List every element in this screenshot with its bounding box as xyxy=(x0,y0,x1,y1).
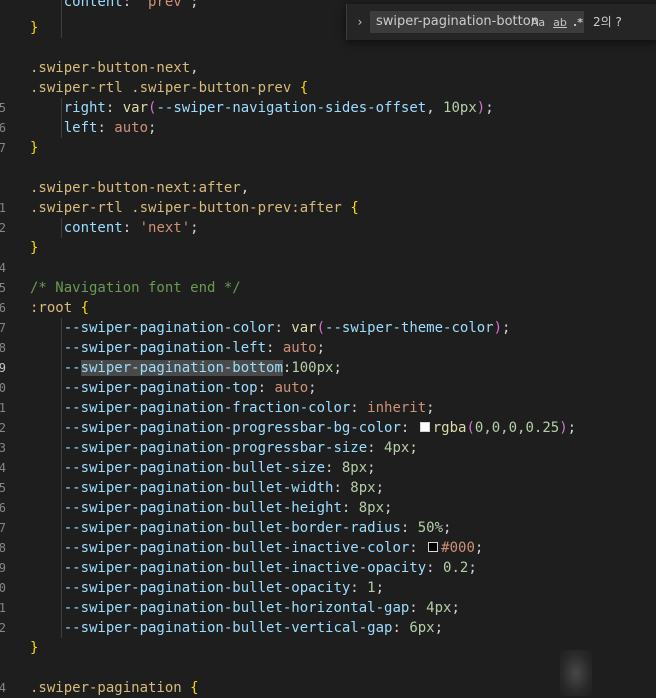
code-line: } xyxy=(30,140,39,156)
line-number: 6 xyxy=(0,301,6,315)
code-line: --swiper-pagination-bullet-width: 8px; xyxy=(63,480,385,496)
line-number: 2 xyxy=(0,621,6,635)
line-number: 6 xyxy=(0,121,6,135)
line-number: 5 xyxy=(0,101,6,115)
line-number: 4 xyxy=(0,681,6,695)
color-swatch-icon[interactable] xyxy=(419,422,430,432)
code-line: .swiper-rtl .swiper-button-prev:after { xyxy=(30,200,359,216)
code-line: --swiper-pagination-bullet-inactive-colo… xyxy=(63,540,484,556)
line-number: 1 xyxy=(0,601,6,615)
line-number: 1 xyxy=(0,401,6,415)
code-line: --swiper-pagination-color: var(--swiper-… xyxy=(63,320,511,336)
search-match-highlight: swiper-pagination-bottom xyxy=(80,360,283,376)
code-line: --swiper-pagination-bullet-horizontal-ga… xyxy=(63,600,460,616)
color-swatch-icon[interactable] xyxy=(428,542,439,552)
code-line: --swiper-pagination-top: auto; xyxy=(63,380,317,396)
code-editor[interactable]: content: 'prev'; } .swiper-button-next, … xyxy=(30,0,656,696)
code-line: right: var(--swiper-navigation-sides-off… xyxy=(63,100,494,116)
chevron-right-icon[interactable]: › xyxy=(353,13,367,31)
code-line: --swiper-pagination-bullet-opacity: 1; xyxy=(63,580,385,596)
code-line: :root { xyxy=(30,300,90,316)
code-line: --swiper-pagination-fraction-color: inhe… xyxy=(63,400,435,416)
code-line: .swiper-button-next, xyxy=(30,60,199,76)
line-number-gutter: 5 6 7 1 2 4 5 6 7 8 9 0 1 2 3 4 5 6 7 8 … xyxy=(0,0,6,696)
line-number: 5 xyxy=(0,281,6,295)
line-number xyxy=(0,0,6,18)
code-line: --swiper-pagination-bullet-vertical-gap:… xyxy=(63,620,444,636)
line-number: 4 xyxy=(0,261,6,275)
code-line: /* Navigation font end */ xyxy=(30,280,241,296)
line-number xyxy=(0,38,6,58)
code-line: --swiper-pagination-bottom:100px; xyxy=(63,360,342,376)
code-line: } xyxy=(30,640,39,656)
line-number: 0 xyxy=(0,381,6,395)
line-number: 2 xyxy=(0,421,6,435)
find-widget: › swiper-pagination-botton Aa ab .* 2의 ? xyxy=(346,4,656,40)
code-line: .swiper-rtl .swiper-button-prev { xyxy=(30,80,309,96)
line-number xyxy=(0,58,6,78)
code-line: left: auto; xyxy=(63,120,157,136)
code-line: --swiper-pagination-progressbar-size: 4p… xyxy=(63,440,418,456)
line-number: 3 xyxy=(0,441,6,455)
line-number: 7 xyxy=(0,141,6,155)
line-number: 8 xyxy=(0,341,6,355)
whole-word-button[interactable]: ab xyxy=(551,14,569,32)
line-number: 1 xyxy=(0,201,6,215)
line-number: 0 xyxy=(0,581,6,595)
code-line: --swiper-pagination-progressbar-bg-color… xyxy=(63,420,577,436)
regex-button[interactable]: .* xyxy=(571,14,585,32)
code-line: --swiper-pagination-bullet-height: 8px; xyxy=(63,500,393,516)
line-number: 9 xyxy=(0,561,6,575)
line-number: 7 xyxy=(0,521,6,535)
line-number: 2 xyxy=(0,221,6,235)
find-result-count: 2의 ? xyxy=(593,15,622,29)
find-input[interactable]: swiper-pagination-botton Aa ab .* xyxy=(370,11,584,33)
match-case-button[interactable]: Aa xyxy=(529,14,547,32)
code-line: content: 'prev'; xyxy=(63,0,199,10)
code-line: content: 'next'; xyxy=(63,220,199,236)
code-line: } xyxy=(30,240,39,256)
line-number: 7 xyxy=(0,321,6,335)
line-number: 4 xyxy=(0,461,6,475)
code-line: --swiper-pagination-bullet-size: 8px; xyxy=(63,460,376,476)
code-line: --swiper-pagination-bullet-inactive-opac… xyxy=(63,560,477,576)
find-input-value: swiper-pagination-botton xyxy=(376,14,539,29)
line-number: 5 xyxy=(0,481,6,495)
cursor-artifact xyxy=(560,650,592,696)
code-line: .swiper-pagination { xyxy=(30,680,199,696)
code-line: --swiper-pagination-left: auto; xyxy=(63,340,326,356)
code-line: --swiper-pagination-bullet-border-radius… xyxy=(63,520,452,536)
line-number: 9 xyxy=(0,361,6,375)
code-line: .swiper-button-next:after, xyxy=(30,180,250,196)
line-number xyxy=(0,638,6,658)
code-line: } xyxy=(30,20,39,36)
line-number: 6 xyxy=(0,501,6,515)
line-number: 8 xyxy=(0,541,6,555)
